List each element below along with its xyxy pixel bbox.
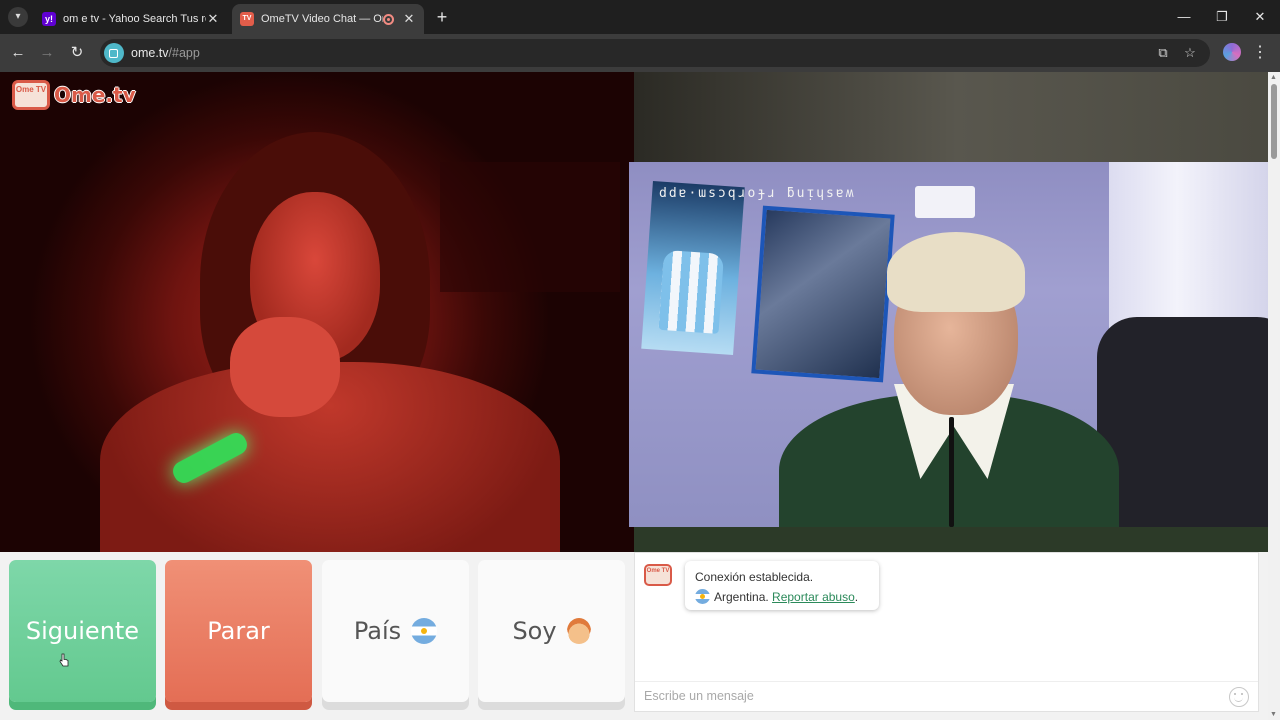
browser-toolbar: ← → ↻ ome.tv/#app ⧉ ☆ ⋮ — [0, 34, 1280, 72]
tab-title: om e tv - Yahoo Search Tus res — [63, 13, 206, 25]
scrollbar-thumb[interactable] — [1271, 84, 1277, 159]
mirrored-text: ddɐ·ɯsɔqɹoɟɹ ƃuᴉɥsɐʍ — [659, 186, 856, 201]
tab-close-icon[interactable]: ✕ — [206, 11, 220, 27]
profile-avatar[interactable] — [1223, 43, 1241, 61]
framed-picture — [751, 205, 895, 383]
tab-yahoo-search[interactable]: y! om e tv - Yahoo Search Tus res ✕ — [34, 4, 228, 34]
air-conditioner — [915, 186, 975, 218]
country-filter-button[interactable]: País — [322, 560, 469, 702]
system-message: Conexión establecida. Argentina. Reporta… — [685, 561, 879, 610]
browser-menu-icon[interactable]: ⋮ — [1252, 42, 1268, 64]
scroll-up-icon[interactable]: ▲ — [1270, 74, 1277, 81]
argentina-flag-icon — [411, 618, 438, 644]
chat-input-row — [635, 681, 1258, 711]
ometv-favicon-icon: TV — [240, 12, 254, 26]
close-window-button[interactable]: ✕ — [1248, 6, 1272, 28]
boy-emoji-icon — [566, 618, 591, 644]
forward-arrow-icon[interactable]: → — [36, 42, 58, 64]
next-button[interactable]: Siguiente — [9, 560, 156, 702]
bookmark-star-icon[interactable]: ☆ — [1180, 43, 1200, 63]
country-name: Argentina. — [714, 590, 769, 604]
new-tab-button[interactable]: + — [432, 7, 452, 27]
ometv-avatar-icon: Ome TV — [644, 564, 672, 586]
minimize-button[interactable]: — — [1172, 6, 1196, 28]
ometv-app: Ome TV Ome.tv ddɐ·ɯsɔqɹoɟɹ ƃuᴉɥsɐʍ ▲ ▼ S… — [0, 72, 1280, 720]
tab-close-icon[interactable]: ✕ — [402, 11, 416, 27]
address-bar[interactable]: ome.tv/#app ⧉ ☆ — [100, 39, 1210, 67]
cast-install-icon[interactable]: ⧉ — [1153, 43, 1173, 63]
tab-ometv[interactable]: TV OmeTV Video Chat — Ome ✕ — [232, 4, 424, 34]
stop-button[interactable]: Parar — [165, 560, 312, 702]
microphone — [949, 417, 954, 527]
emoji-smiley-icon[interactable] — [1229, 687, 1249, 707]
gender-select-button[interactable]: Soy — [478, 560, 625, 702]
recording-indicator-icon — [383, 13, 394, 25]
ometv-logo[interactable]: Ome TV Ome.tv — [12, 80, 136, 110]
tab-strip: ▾ y! om e tv - Yahoo Search Tus res ✕ TV… — [0, 0, 1280, 34]
maximize-button[interactable]: ❐ — [1210, 6, 1234, 28]
scroll-down-icon[interactable]: ▼ — [1270, 711, 1277, 718]
tab-title: OmeTV Video Chat — Ome — [261, 13, 383, 25]
argentina-flag-icon — [695, 589, 710, 604]
logo-wordmark: Ome.tv — [54, 83, 136, 107]
connection-status: Conexión establecida. — [695, 570, 814, 584]
back-arrow-icon[interactable]: ← — [7, 42, 29, 64]
yahoo-favicon-icon: y! — [42, 12, 56, 26]
url-text[interactable]: ome.tv/#app — [131, 46, 200, 60]
message-input[interactable] — [644, 689, 1214, 703]
report-abuse-link[interactable]: Reportar abuso — [772, 590, 855, 604]
site-info-camera-icon[interactable] — [104, 43, 124, 63]
own-camera-preview: ddɐ·ɯsɔqɹoɟɹ ƃuᴉɥsɐʍ — [629, 162, 1280, 527]
hand-cursor-icon — [59, 653, 69, 667]
gaming-chair — [1097, 317, 1280, 527]
page-scrollbar[interactable]: ▲ ▼ — [1268, 72, 1280, 720]
tab-search-chevron-icon[interactable]: ▾ — [8, 7, 28, 27]
country-line: Argentina. Reportar abuso. — [695, 587, 869, 607]
chat-panel: Ome TV Conexión establecida. Argentina. … — [634, 552, 1259, 712]
football-poster — [641, 180, 745, 356]
control-panel: Siguiente Parar País Soy — [0, 552, 634, 720]
stranger-video: Ome TV Ome.tv — [0, 72, 634, 552]
tv-logo-icon: Ome TV — [12, 80, 50, 110]
reload-icon[interactable]: ↻ — [66, 42, 88, 64]
